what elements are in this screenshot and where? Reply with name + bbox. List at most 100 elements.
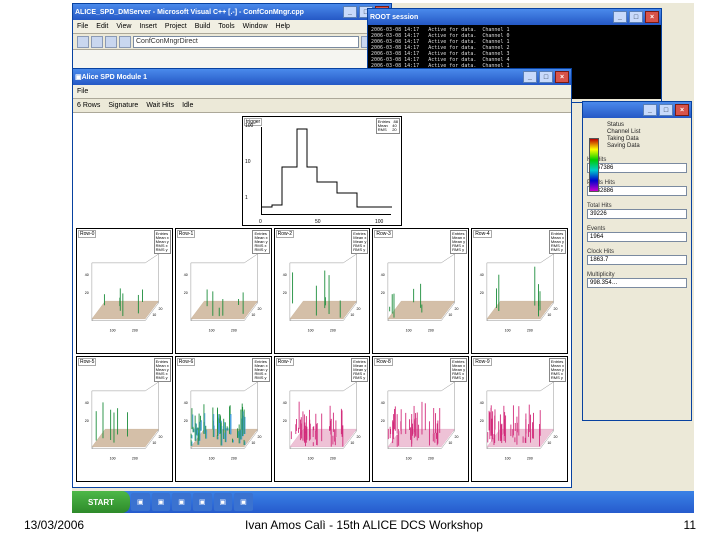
y-tick: 100 <box>245 123 253 129</box>
close-button[interactable]: × <box>675 104 689 116</box>
canvas-tab[interactable]: Wait Hits <box>146 102 174 109</box>
canvas-tab[interactable]: 6 Rows <box>77 102 100 109</box>
svg-text:200: 200 <box>329 456 335 460</box>
x-tick: 0 <box>259 219 262 225</box>
slide: ALICE_SPD_DMServer - Microsoft Visual C+… <box>0 0 720 540</box>
svg-text:200: 200 <box>527 456 533 460</box>
svg-text:200: 200 <box>329 328 335 332</box>
vs-menu-item[interactable]: Build <box>195 23 211 30</box>
vs-title: ALICE_SPD_DMServer - Microsoft Visual C+… <box>75 9 304 16</box>
svg-text:200: 200 <box>428 456 434 460</box>
surface-svg: 20 40 100 200 10 20 <box>281 249 361 339</box>
surface-plot[interactable]: Row-9 Entries Mean x Mean y RMS x RMS y … <box>471 356 568 482</box>
y-tick: 1 <box>245 195 248 201</box>
svg-text:200: 200 <box>231 456 237 460</box>
svg-text:200: 200 <box>132 328 138 332</box>
plot-title: Row-5 <box>78 358 96 366</box>
canvas-titlebar[interactable]: ▣ Alice SPD Module 1 _ □ × <box>73 69 571 85</box>
svg-text:20: 20 <box>184 419 188 423</box>
svg-text:100: 100 <box>505 456 511 460</box>
vs-menu-item[interactable]: Tools <box>218 23 234 30</box>
svg-text:100: 100 <box>307 456 313 460</box>
svg-text:40: 40 <box>480 401 484 405</box>
minimize-button[interactable]: _ <box>523 71 537 83</box>
surface-plot[interactable]: Row-1 Entries Mean x Mean y RMS x RMS y … <box>175 228 272 354</box>
svg-text:20: 20 <box>159 307 163 311</box>
vs-menu-item[interactable]: Edit <box>96 23 108 30</box>
trigger-histogram[interactable]: trigger Entries 88 Mean 40 RMS 20 100 10… <box>242 116 402 226</box>
metric-field: Clock Hits1863.7 <box>587 249 687 265</box>
vs-menu-item[interactable]: Help <box>276 23 290 30</box>
slide-footer-date: 13/03/2006 <box>24 518 84 532</box>
vs-symbol-combo[interactable]: ConfConMngrDirect <box>133 36 359 48</box>
taskbar-button[interactable]: ▣ <box>234 493 253 511</box>
taskbar-button[interactable]: ▣ <box>131 493 150 511</box>
surface-plot[interactable]: Row-0 Entries Mean x Mean y RMS x RMS y … <box>76 228 173 354</box>
taskbar-button[interactable]: ▣ <box>152 493 171 511</box>
canvas-tab[interactable]: Idle <box>182 102 193 109</box>
svg-text:40: 40 <box>85 273 89 277</box>
vs-menu-item[interactable]: Window <box>243 23 268 30</box>
surface-svg: 20 40 100 200 10 20 <box>182 249 262 339</box>
vs-menu-item[interactable]: Insert <box>139 23 157 30</box>
metric-value: 1982886 <box>587 186 687 196</box>
minimize-button[interactable]: _ <box>613 11 627 23</box>
surface-plot[interactable]: Row-2 Entries Mean x Mean y RMS x RMS y … <box>274 228 371 354</box>
svg-text:20: 20 <box>282 291 286 295</box>
vs-titlebar[interactable]: ALICE_SPD_DMServer - Microsoft Visual C+… <box>73 4 391 20</box>
taskbar-button[interactable]: ▣ <box>214 493 233 511</box>
svg-text:20: 20 <box>480 291 484 295</box>
svg-text:10: 10 <box>548 313 552 317</box>
status-group: Status Channel List Taking Data Saving D… <box>607 122 687 150</box>
svg-text:100: 100 <box>406 328 412 332</box>
metric-field: Multiplicity998.354… <box>587 272 687 288</box>
maximize-button[interactable]: □ <box>539 71 553 83</box>
metric-value: 2267386 <box>587 163 687 173</box>
taskbar-icon: ▣ <box>137 498 144 506</box>
svg-text:10: 10 <box>350 441 354 445</box>
panel-titlebar[interactable]: _ □ × <box>583 102 691 118</box>
surface-plot[interactable]: Row-4 Entries Mean x Mean y RMS x RMS y … <box>471 228 568 354</box>
svg-text:100: 100 <box>208 456 214 460</box>
taskbar-button[interactable]: ▣ <box>172 493 191 511</box>
surface-plot[interactable]: Row-5 Entries Mean x Mean y RMS x RMS y … <box>76 356 173 482</box>
vs-menu-item[interactable]: File <box>77 23 88 30</box>
canvas-menu-item[interactable]: File <box>77 88 88 95</box>
svg-text:20: 20 <box>85 291 89 295</box>
svg-text:40: 40 <box>381 401 385 405</box>
minimize-button[interactable]: _ <box>643 104 657 116</box>
svg-text:20: 20 <box>159 435 163 439</box>
surface-svg: 20 40 100 200 10 20 <box>83 249 163 339</box>
taskbar-button[interactable]: ▣ <box>193 493 212 511</box>
taskbar-icon: ▣ <box>178 498 185 506</box>
surface-plot[interactable]: Row-8 Entries Mean x Mean y RMS x RMS y … <box>372 356 469 482</box>
surface-plot[interactable]: Row-6 Entries Mean x Mean y RMS x RMS y … <box>175 356 272 482</box>
vs-menubar: File Edit View Insert Project Build Tool… <box>73 20 391 34</box>
status-item: Taking Data <box>607 136 687 142</box>
plot-title: Row-7 <box>276 358 294 366</box>
start-button[interactable]: START <box>72 491 130 513</box>
maximize-button[interactable]: □ <box>659 104 673 116</box>
toolbar-icon[interactable] <box>77 36 89 48</box>
close-button[interactable]: × <box>555 71 569 83</box>
surface-plot[interactable]: Row-3 Entries Mean x Mean y RMS x RMS y … <box>372 228 469 354</box>
surface-plot[interactable]: Row-7 Entries Mean x Mean y RMS x RMS y … <box>274 356 371 482</box>
svg-text:100: 100 <box>110 328 116 332</box>
vs-menu-item[interactable]: Project <box>165 23 187 30</box>
canvas-tab[interactable]: Signature <box>108 102 138 109</box>
minimize-button[interactable]: _ <box>343 6 357 18</box>
plot-title: Row-6 <box>177 358 195 366</box>
metric-value: 998.354… <box>587 278 687 288</box>
svg-text:200: 200 <box>428 328 434 332</box>
root-canvas-window: ▣ Alice SPD Module 1 _ □ × File 6 Rows S… <box>72 68 572 488</box>
term-titlebar[interactable]: ROOT session _ □ × <box>368 9 661 25</box>
maximize-button[interactable]: □ <box>629 11 643 23</box>
canvas-tabs: 6 Rows Signature Wait Hits Idle <box>73 99 571 113</box>
toolbar-icon[interactable] <box>105 36 117 48</box>
close-button[interactable]: × <box>645 11 659 23</box>
vs-menu-item[interactable]: View <box>116 23 131 30</box>
surface-row-bottom: Row-5 Entries Mean x Mean y RMS x RMS y … <box>75 355 569 483</box>
metric-field: Total Hits39226 <box>587 203 687 219</box>
toolbar-icon[interactable] <box>91 36 103 48</box>
toolbar-icon[interactable] <box>119 36 131 48</box>
